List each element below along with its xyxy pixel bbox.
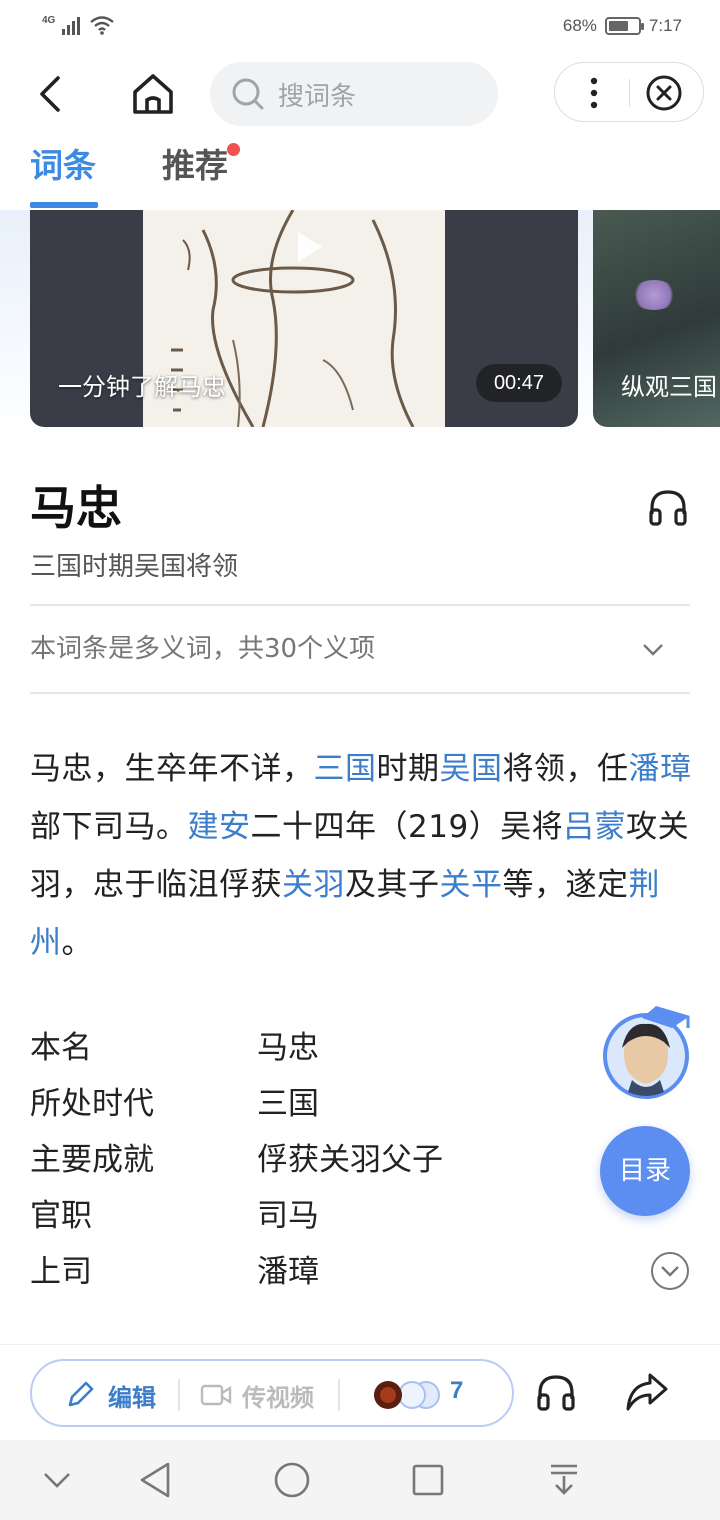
video-duration: 00:47 [475,364,562,402]
chevron-down-icon[interactable] [640,636,666,662]
headphones-icon[interactable] [648,488,688,528]
summary-text: 部下司马。 [30,809,188,845]
share-icon[interactable] [624,1371,670,1413]
search-input[interactable]: 搜词条 [210,62,498,126]
info-key: 官职 [30,1198,92,1234]
upload-video-button[interactable]: 传视频 [242,1378,314,1413]
search-placeholder: 搜词条 [278,81,357,112]
network-type: 4G [42,15,56,26]
headphones-icon[interactable] [536,1373,576,1413]
video-caption: 一分钟了解马忠 [58,373,226,401]
page-title: 马忠 [30,481,122,535]
divider [30,604,690,606]
info-row: 上司 潘璋 [30,1244,550,1300]
info-value: 俘获关羽父子 [257,1142,443,1178]
link-wu[interactable]: 吴国 [440,751,503,787]
summary-text: 及其子 [345,867,440,903]
info-row: 所处时代 三国 [30,1076,550,1132]
contributor-avatars[interactable] [372,1379,452,1411]
info-value: 司马 [257,1198,319,1234]
top-bar: 搜词条 [0,58,720,130]
info-key: 主要成就 [30,1142,154,1178]
battery-icon [604,17,644,35]
chevron-down-icon[interactable] [40,1460,74,1500]
summary-text: 时期 [376,751,440,787]
home-icon[interactable] [128,70,178,118]
info-key: 所处时代 [30,1086,154,1122]
divider [30,692,690,694]
summary-text: 等，遂定 [502,867,629,903]
pencil-icon[interactable] [64,1379,96,1411]
expand-chevron-icon[interactable] [650,1251,690,1291]
signal-icon [62,17,81,35]
link-pan-zhang[interactable]: 潘璋 [629,751,692,787]
contributor-count[interactable]: 7 [450,1377,463,1405]
link-three-kingdoms[interactable]: 三国 [314,751,377,787]
clock: 7:17 [648,16,682,35]
back-icon[interactable] [30,72,74,116]
battery-percent: 68% [562,16,597,35]
edit-button[interactable]: 编辑 [108,1378,156,1413]
back-triangle-icon[interactable] [138,1460,174,1500]
toc-button[interactable]: 目录 [600,1126,690,1216]
assistant-avatar[interactable] [602,1002,690,1100]
wifi-icon [90,16,115,35]
pill-divider [338,1379,340,1411]
info-row: 主要成就 俘获关羽父子 [30,1132,550,1188]
bottom-action-bar: 编辑 传视频 7 [0,1344,720,1440]
status-right: 68% 7:17 [563,16,682,36]
link-guan-ping[interactable]: 关平 [440,867,503,903]
summary-text: 将领，任 [502,751,629,787]
status-bar: 4G 68% 7:17 [0,0,720,56]
polysemy-notice[interactable]: 本词条是多义词，共30个义项 [30,628,375,665]
tab-recommend-label: 推荐 [162,146,228,185]
video-camera-icon[interactable] [200,1381,232,1409]
info-key: 本名 [30,1030,92,1066]
link-guan-yu[interactable]: 关羽 [282,867,345,903]
tab-entry[interactable]: 词条 [30,138,98,208]
summary-text: 二十四年（219）吴将 [250,809,564,845]
tab-bar: 词条 推荐 [0,138,720,210]
summary-text: 。 [61,925,93,961]
active-tab-indicator [30,202,98,208]
info-row: 官职 司马 [30,1188,550,1244]
info-value: 潘璋 [257,1254,319,1290]
close-icon[interactable] [645,74,683,112]
entry-subtitle: 三国时期吴国将领 [30,552,239,582]
status-left: 4G [42,14,115,36]
play-icon[interactable] [278,218,336,276]
more-icon[interactable] [577,75,611,111]
info-table: 本名 马忠 所处时代 三国 主要成就 俘获关羽父子 官职 司马 上司 潘璋 [30,1020,550,1300]
contribution-pill: 编辑 传视频 7 [30,1359,514,1427]
notification-pull-icon[interactable] [546,1460,582,1500]
home-circle-icon[interactable] [272,1460,312,1500]
system-navigation-bar [0,1440,720,1520]
info-row: 本名 马忠 [30,1020,550,1076]
notification-dot [227,143,240,156]
info-key: 上司 [30,1254,92,1290]
battery-level [608,21,628,31]
video-strip: 一分钟了解马忠 00:47 纵观三国 [0,210,720,440]
entry-summary: 马忠，生卒年不详，三国时期吴国将领，任潘璋部下司马。建安二十四年（219）吴将吕… [30,740,694,972]
info-value: 三国 [257,1086,319,1122]
summary-text: 马忠，生卒年不详， [30,751,314,787]
link-lv-meng[interactable]: 吕蒙 [563,809,626,845]
tab-recommend[interactable]: 推荐 [162,138,240,194]
video-thumbnail-2 [631,280,677,310]
tab-entry-label: 词条 [30,146,96,185]
search-icon [232,78,264,110]
video-card-2[interactable]: 纵观三国 [593,210,720,427]
pill-divider [178,1379,180,1411]
info-value: 马忠 [257,1030,319,1066]
capsule-divider [629,79,630,107]
video-caption-2: 纵观三国 [621,373,717,401]
video-card[interactable]: 一分钟了解马忠 00:47 [30,210,578,427]
mini-program-capsule [554,62,704,122]
link-jian-an[interactable]: 建安 [188,809,251,845]
recents-square-icon[interactable] [410,1460,446,1500]
